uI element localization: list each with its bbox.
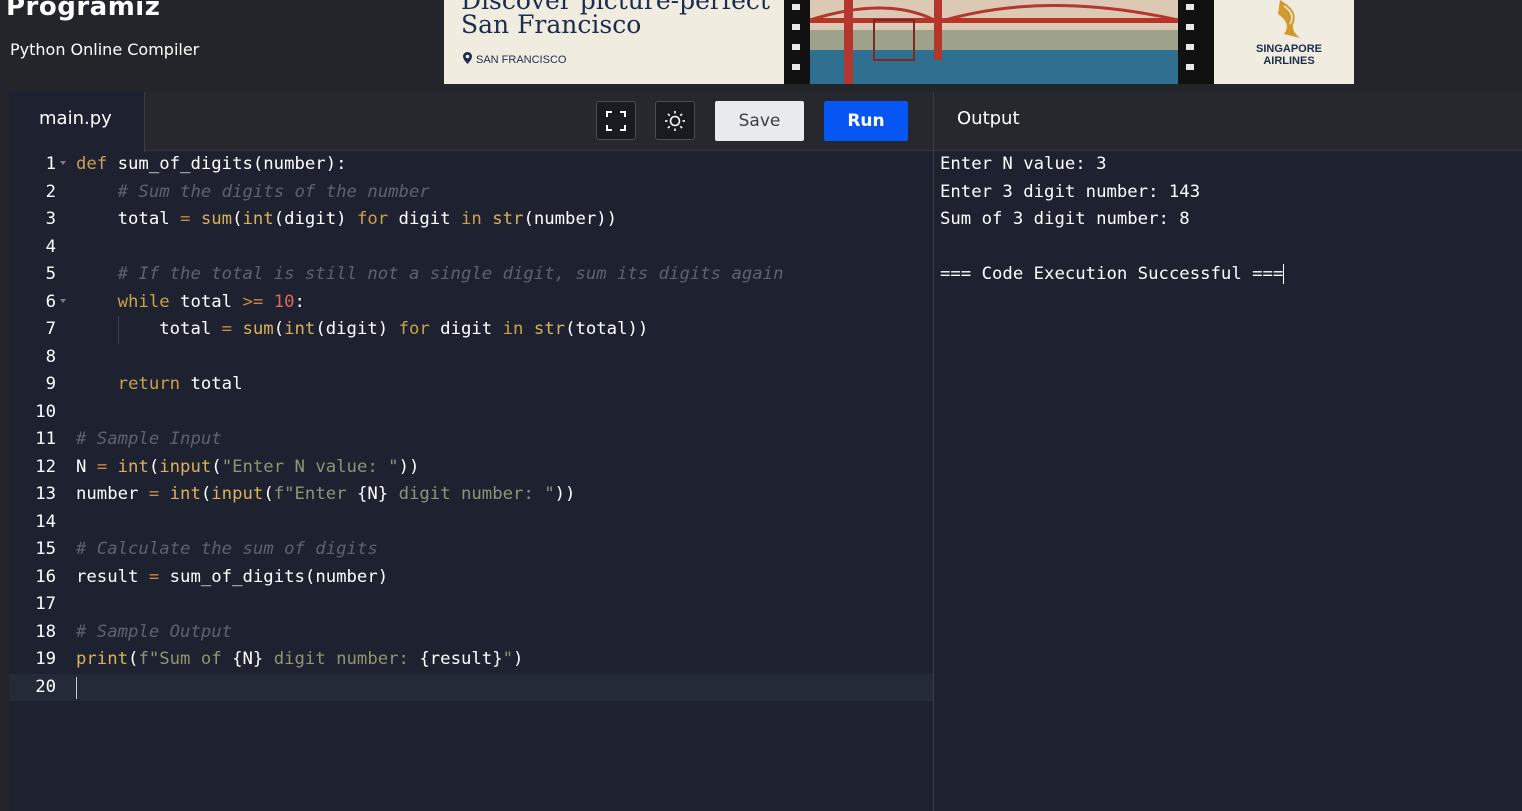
text-cursor (1283, 264, 1285, 284)
advertisement-banner[interactable]: Discover picture-perfect San Francisco S… (444, 0, 1354, 84)
tab-main-py[interactable]: main.py (9, 92, 145, 152)
line-number: 11 (35, 429, 56, 449)
line-number: 1 (45, 154, 56, 174)
line-number: 16 (35, 566, 56, 587)
line-number: 18 (35, 621, 56, 642)
ad-location-text: SAN FRANCISCO (476, 54, 567, 66)
airline-logo: SINGAPORE AIRLINES (1234, 0, 1344, 84)
code-line[interactable]: 17 (9, 591, 933, 619)
line-number: 13 (35, 484, 56, 504)
line-number: 15 (35, 539, 56, 559)
code-text: number = int(input(f"Enter {N} digit num… (76, 484, 576, 504)
execution-status-text: === Code Execution Successful === (940, 264, 1284, 284)
singapore-airlines-bird-icon (1278, 0, 1300, 38)
airline-name-line2: AIRLINES (1263, 55, 1315, 67)
code-text: return total (117, 374, 243, 394)
fold-arrow-icon[interactable] (60, 161, 66, 165)
programiz-logo[interactable]: Programiz (6, 0, 160, 22)
code-text: total = sum(int(digit) for digit in str(… (76, 209, 618, 229)
code-line[interactable]: 3 total = sum(int(digit) for digit in st… (9, 206, 933, 234)
line-number: 8 (45, 346, 56, 367)
code-line[interactable]: 13 number = int(input(f"Enter {N} digit n… (9, 481, 933, 509)
code-text: def sum_of_digits(number): (76, 154, 347, 174)
ad-headline-line2: San Francisco (461, 10, 642, 39)
line-number: 14 (35, 511, 56, 532)
run-button[interactable]: Run (824, 101, 908, 141)
code-text: # Sum the digits of the number (117, 181, 430, 202)
code-line[interactable]: 2 # Sum the digits of the number (9, 179, 933, 207)
code-line[interactable]: 18 # Sample Output (9, 619, 933, 647)
code-text: while total >= 10: (117, 291, 305, 312)
code-text: result = sum_of_digits(number) (76, 566, 389, 587)
site-header: Programiz Python Online Compiler Discove… (0, 0, 1522, 92)
code-text: # Sample Input (76, 429, 222, 449)
airline-name-line1: SINGAPORE (1255, 43, 1322, 55)
line-number: 2 (45, 181, 56, 202)
code-line[interactable]: 4 (9, 234, 933, 262)
line-number: 3 (45, 209, 56, 229)
code-line[interactable]: 19 print(f"Sum of {N} digit number: {resu… (9, 646, 933, 674)
page-subtitle: Python Online Compiler (10, 40, 200, 59)
line-number: 19 (35, 649, 56, 669)
ad-location: SAN FRANCISCO (463, 52, 566, 66)
code-line[interactable]: 6 while total >= 10: (9, 289, 933, 317)
line-number: 7 (45, 319, 56, 339)
code-line[interactable]: 15 # Calculate the sum of digits (9, 536, 933, 564)
line-number: 6 (45, 291, 56, 312)
line-number: 17 (35, 594, 56, 614)
output-line: Sum of 3 digit number: 8 (940, 209, 1190, 229)
output-header: Output (934, 92, 1522, 151)
text-cursor (76, 676, 77, 699)
code-text: # If the total is still not a single dig… (117, 264, 784, 284)
code-line[interactable]: 5 # If the total is still not a single d… (9, 261, 933, 289)
output-line-status: === Code Execution Successful === (940, 261, 1285, 289)
code-line[interactable]: 7 total = sum(int(digit) for digit in st… (9, 316, 933, 344)
code-text: print(f"Sum of {N} digit number: {result… (76, 649, 524, 669)
sun-icon (665, 110, 685, 131)
line-number: 10 (35, 401, 56, 422)
location-pin-icon (463, 52, 472, 64)
theme-toggle-button[interactable] (655, 101, 695, 140)
code-text: total = sum(int(digit) for digit in str(… (76, 319, 649, 339)
code-text: # Sample Output (76, 621, 233, 642)
code-line[interactable]: 12 N = int(input("Enter N value: ")) (9, 454, 933, 482)
editor-panel: main.py Save Run 1 def sum_of_digits(numb… (9, 92, 933, 811)
fold-arrow-icon[interactable] (60, 298, 66, 303)
editor-toolbar: main.py Save Run (9, 92, 933, 152)
line-number: 4 (45, 236, 56, 257)
golden-gate-bridge-photo (784, 0, 1214, 84)
left-gutter (0, 92, 9, 811)
code-line[interactable]: 16 result = sum_of_digits(number) (9, 564, 933, 592)
code-text: # Calculate the sum of digits (76, 539, 378, 559)
output-console[interactable]: Enter N value: 3 Enter 3 digit number: 1… (940, 151, 1285, 289)
line-number: 12 (35, 456, 56, 477)
fullscreen-icon (606, 110, 626, 131)
output-panel: Output Enter N value: 3 Enter 3 digit nu… (933, 92, 1522, 811)
line-number: 5 (45, 264, 56, 284)
fullscreen-button[interactable] (596, 101, 636, 140)
code-line[interactable]: 14 (9, 509, 933, 537)
output-title: Output (957, 108, 1020, 129)
save-button[interactable]: Save (715, 101, 804, 141)
code-line[interactable]: 20 (9, 673, 933, 701)
code-line[interactable]: 1 def sum_of_digits(number): (9, 151, 933, 179)
code-line[interactable]: 10 (9, 399, 933, 427)
line-number: 20 (35, 676, 56, 697)
code-editor[interactable]: 1 def sum_of_digits(number): 2 # Sum the d… (9, 151, 933, 811)
output-line: Enter N value: 3 (940, 154, 1107, 174)
tab-label: main.py (39, 108, 112, 129)
code-line[interactable]: 9 return total (9, 371, 933, 399)
output-line: Enter 3 digit number: 143 (940, 181, 1201, 202)
code-line[interactable]: 11 # Sample Input (9, 426, 933, 454)
code-text: N = int(input("Enter N value: ")) (76, 456, 420, 477)
code-line[interactable]: 8 (9, 344, 933, 372)
line-number: 9 (45, 374, 56, 394)
